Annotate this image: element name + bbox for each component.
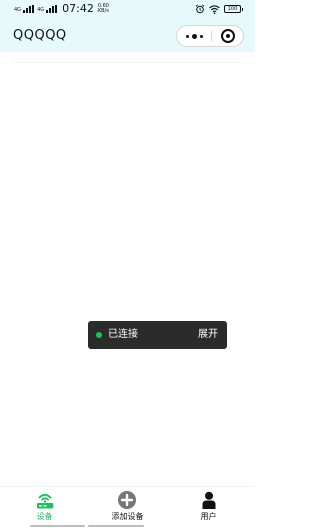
tab-devices[interactable]: 设备: [2, 487, 87, 527]
connection-status: 已连接: [108, 329, 138, 340]
more-dot-center: [192, 34, 197, 39]
user-icon: [202, 491, 216, 509]
more-dots-icon: [186, 35, 189, 38]
net-speed: 0.60 KB/s: [98, 4, 109, 14]
nav-bar: QQQQQ: [0, 20, 255, 52]
tab-user-label: 用户: [200, 512, 217, 521]
home-indicator: [0, 524, 255, 528]
connection-panel: 已连接 展开: [88, 321, 227, 349]
tab-bar: 设备 添加设备 用户: [0, 486, 255, 528]
signal-2: 4G: [37, 5, 58, 13]
more-dot-right: [200, 35, 203, 38]
signal-1: 4G: [14, 5, 35, 13]
signal-2-bars-icon: [46, 5, 58, 13]
tab-add-device-label: 添加设备: [111, 512, 144, 521]
signal-1-bars-icon: [23, 5, 35, 13]
status-left: 4G 4G 07:42 0.60 KB/s: [14, 3, 109, 15]
page-title: QQQQQ: [13, 28, 67, 43]
status-bar: 4G 4G 07:42 0.60 KB/s 100: [0, 0, 255, 20]
status-time: 07:42: [62, 2, 94, 15]
mini-program-capsule: [176, 25, 244, 47]
alarm-clock-icon: [195, 4, 205, 14]
connected-status-dot: [96, 332, 102, 338]
tab-devices-label: 设备: [36, 512, 53, 521]
more-button[interactable]: [177, 26, 211, 46]
app-screen: 4G 4G 07:42 0.60 KB/s 100 QQQQQ 已连接 展开 设…: [0, 0, 255, 528]
tab-user[interactable]: 用户: [166, 487, 251, 527]
target-center: [226, 34, 230, 38]
signal-2-label: 4G: [37, 7, 45, 13]
net-speed-unit: KB/s: [97, 8, 109, 14]
tab-add-device[interactable]: 添加设备: [85, 487, 170, 527]
close-button[interactable]: [212, 26, 244, 46]
home-indicator-right: [88, 525, 144, 527]
plus-circle-icon: [118, 491, 136, 509]
router-icon: [37, 493, 53, 509]
battery-icon: 100: [224, 5, 243, 13]
content-divider: [14, 62, 241, 63]
wifi-icon: [209, 4, 220, 14]
signal-1-label: 4G: [14, 7, 22, 13]
home-indicator-left: [30, 525, 85, 527]
battery-level: 100: [227, 6, 238, 12]
status-right: 100: [195, 4, 243, 14]
expand-button[interactable]: 展开: [198, 328, 218, 342]
